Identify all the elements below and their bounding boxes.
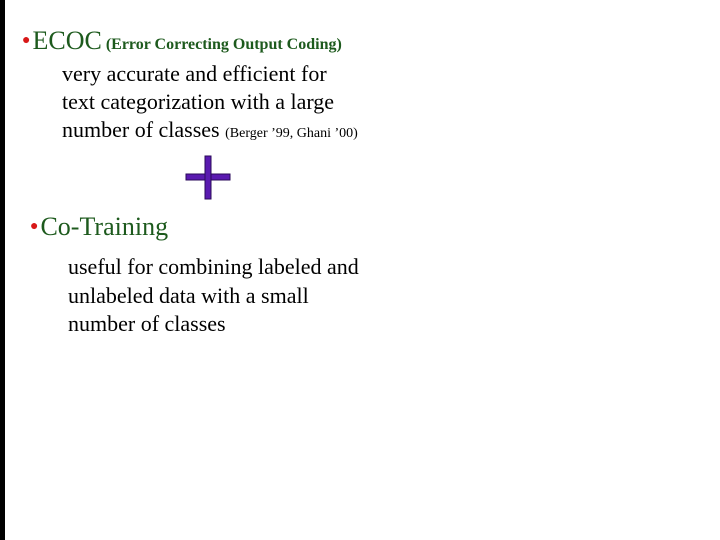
cotraining-line-3: number of classes <box>68 311 226 336</box>
bullet-icon: ● <box>30 219 39 234</box>
ecoc-line-3: number of classes (Berger ’99, Ghani ’00… <box>62 117 358 143</box>
cotraining-line-2: unlabeled data with a small <box>68 283 309 308</box>
bullet-icon: ● <box>22 33 31 48</box>
plus-icon <box>185 155 231 200</box>
ecoc-line-3-text: number of classes <box>62 117 220 142</box>
ecoc-title: ECOC <box>32 26 102 55</box>
cotraining-heading: ●Co-Training <box>30 212 168 242</box>
ecoc-heading: ●ECOC (Error Correcting Output Coding) <box>22 26 342 56</box>
ecoc-subtitle: (Error Correcting Output Coding) <box>105 36 342 53</box>
cotraining-line-1: useful for combining labeled and <box>68 254 359 279</box>
citation: (Berger ’99, Ghani ’00) <box>225 126 358 141</box>
cotraining-title: Co-Training <box>40 212 169 241</box>
ecoc-line-2: text categorization with a large <box>62 89 335 114</box>
left-border <box>0 0 5 540</box>
ecoc-line-1: very accurate and efficient for <box>62 61 327 86</box>
